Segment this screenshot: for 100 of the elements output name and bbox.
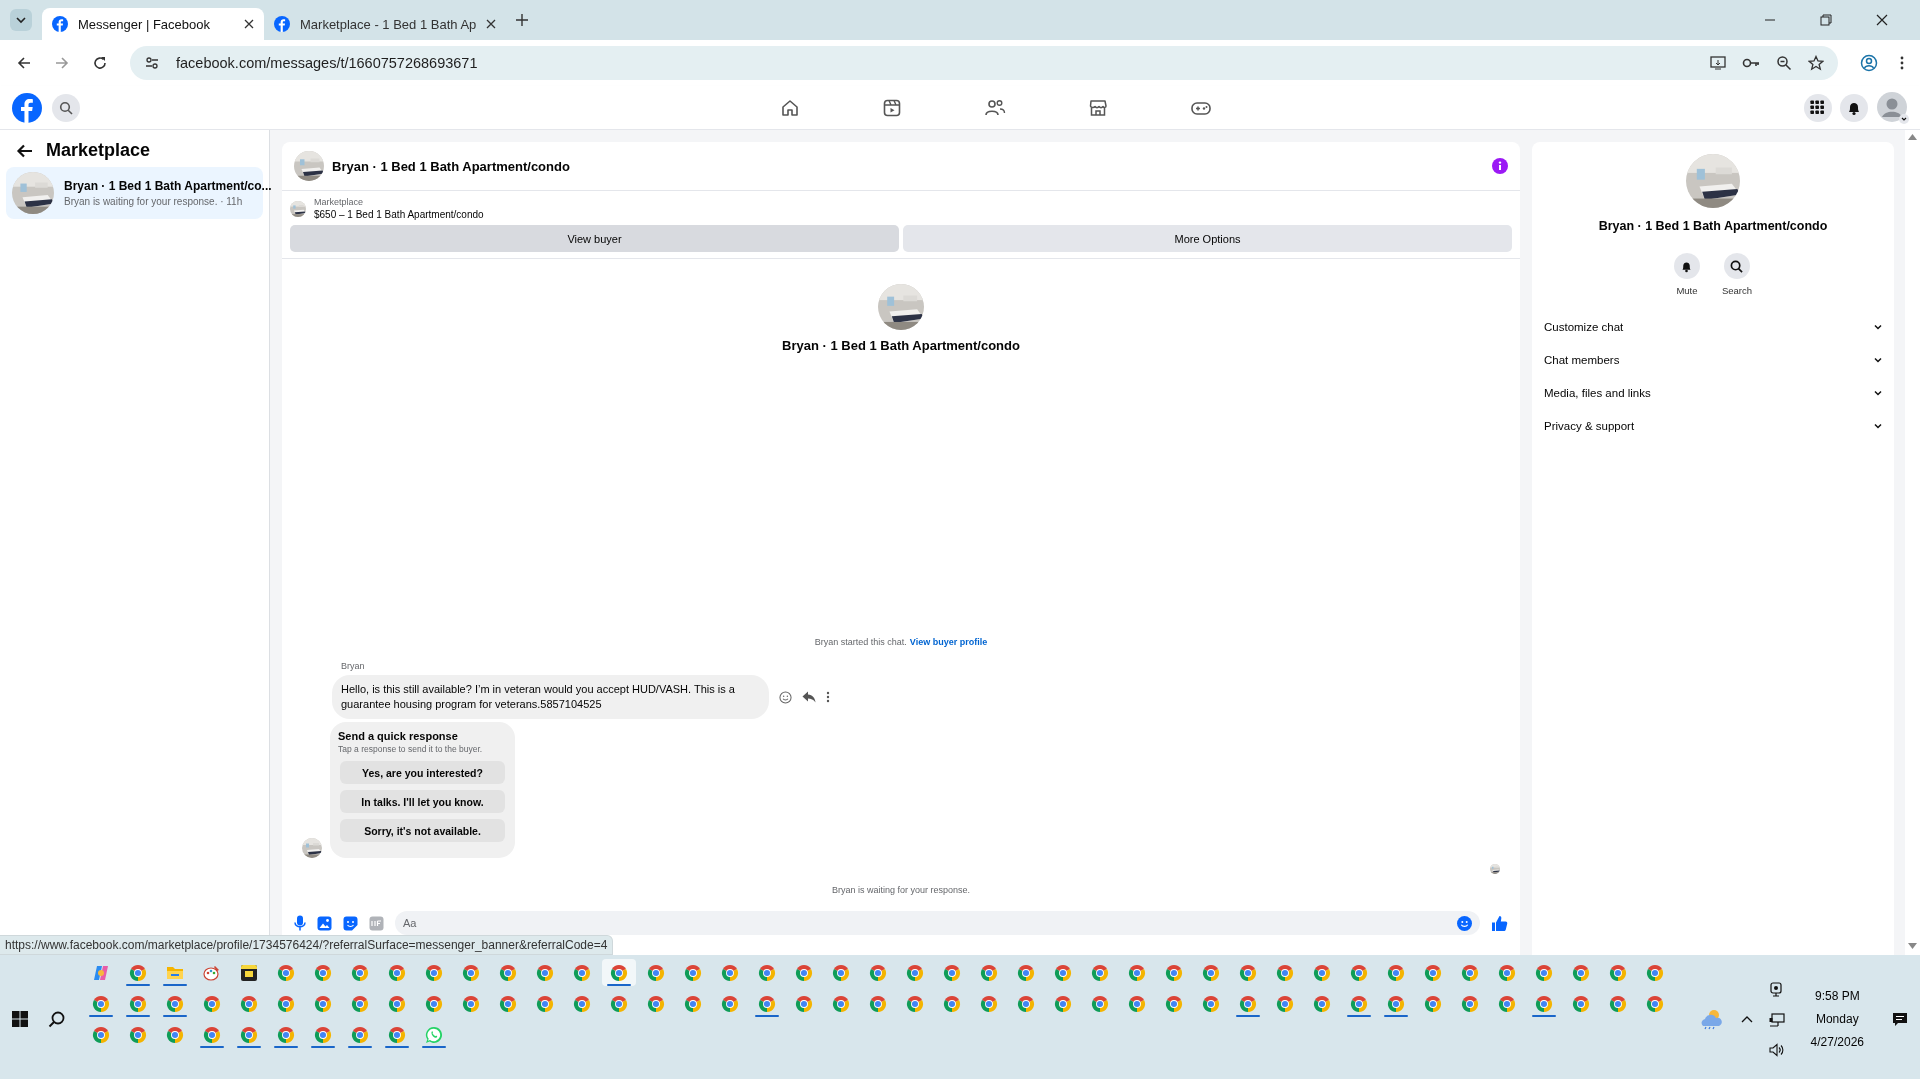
chrome-icon	[203, 994, 221, 1013]
chrome-icon	[906, 994, 924, 1013]
conversation-preview: Bryan is waiting for your response. · 11h	[64, 196, 244, 207]
section-header[interactable]: Privacy & support	[1544, 409, 1882, 442]
chrome-icon	[499, 963, 517, 982]
sticker-icon[interactable]	[343, 915, 358, 931]
chrome-icon	[980, 963, 998, 982]
chrome-icon	[314, 994, 332, 1013]
clock-day[interactable]: Monday	[1815, 1012, 1859, 1026]
sticky-note-icon	[241, 964, 257, 981]
friends-icon[interactable]	[984, 97, 1006, 118]
chevron-down-icon	[15, 14, 27, 26]
thumbs-up-icon[interactable]	[1491, 914, 1508, 932]
action-button[interactable]: View buyer	[290, 225, 899, 252]
address-bar[interactable]: facebook.com/messages/t/1660757268693671	[130, 46, 1838, 80]
start-icon[interactable]	[12, 1011, 28, 1027]
account-icon[interactable]	[1876, 90, 1910, 125]
home-icon[interactable]	[780, 97, 800, 118]
chrome-icon	[1313, 994, 1331, 1013]
close-icon[interactable]	[486, 19, 497, 29]
chrome-icon	[721, 994, 739, 1013]
chrome-icon	[129, 994, 147, 1013]
tab-list-button[interactable]	[10, 9, 32, 31]
emoji-icon[interactable]	[779, 690, 792, 704]
new-tab-icon[interactable]	[516, 14, 529, 26]
close-icon[interactable]	[1876, 14, 1888, 26]
microphone-icon[interactable]	[294, 915, 306, 931]
message-input[interactable]: Aa	[395, 911, 1480, 935]
chrome-icon	[1165, 963, 1183, 982]
link-status-bar: https://www.facebook.com/marketplace/profile/1734576424/?referralSurface=messenger_banner&referralCode=4	[0, 935, 614, 955]
notifications-button[interactable]	[1840, 93, 1868, 122]
back-arrow-icon[interactable]	[16, 142, 34, 159]
quick-reply-button[interactable]: Yes, are you interested?	[340, 761, 505, 784]
chrome-icon	[758, 963, 776, 982]
section-header[interactable]: Chat members	[1544, 343, 1882, 376]
chrome-icon	[647, 963, 665, 982]
folder-icon	[166, 964, 184, 981]
clock-time[interactable]: 9:58 PM	[1814, 989, 1860, 1003]
section-header[interactable]: Customize chat	[1544, 310, 1882, 343]
chrome-icon	[351, 1025, 369, 1044]
notification-icon[interactable]	[1892, 1011, 1908, 1027]
section-header[interactable]: Media, files and links	[1544, 376, 1882, 409]
store-icon[interactable]	[1088, 97, 1108, 118]
volume-icon[interactable]	[1768, 1042, 1785, 1057]
chrome-icon	[1461, 963, 1479, 982]
reload-icon[interactable]	[92, 55, 108, 71]
quick-response-hint: Tap a response to send it to the buyer.	[338, 744, 484, 754]
info-icon[interactable]	[1492, 158, 1508, 174]
chevron-up-icon[interactable]	[1740, 1015, 1753, 1023]
clock-date[interactable]: 4/27/2026	[1810, 1035, 1864, 1049]
chrome-icon	[1498, 994, 1516, 1013]
chrome-icon	[166, 1025, 184, 1044]
chrome-icon	[1091, 963, 1109, 982]
install-app-icon[interactable]	[1710, 55, 1726, 71]
sender-name: Bryan	[341, 661, 366, 671]
section-title: Privacy & support	[1544, 419, 1635, 432]
more-icon[interactable]	[826, 691, 830, 703]
chrome-icon	[573, 963, 591, 982]
site-settings-icon[interactable]	[144, 55, 160, 71]
search-icon	[1730, 259, 1744, 273]
video-icon[interactable]	[882, 97, 902, 118]
scroll-down-icon[interactable]	[1908, 943, 1917, 949]
reply-icon[interactable]	[802, 691, 816, 703]
bookmark-star-icon[interactable]	[1808, 55, 1824, 71]
chrome-icon	[1609, 963, 1627, 982]
zoom-icon[interactable]	[1776, 55, 1792, 71]
browser-tab[interactable]: Marketplace - 1 Bed 1 Bath Ap	[264, 8, 507, 40]
menu-button[interactable]	[1804, 93, 1832, 122]
chrome-icon	[1535, 994, 1553, 1013]
action-label: Mute	[1676, 285, 1698, 296]
profile-icon[interactable]	[1860, 54, 1878, 72]
chrome-icon	[795, 963, 813, 982]
facebook-logo-icon	[12, 92, 42, 123]
close-icon[interactable]	[244, 19, 254, 29]
facebook-logo-icon	[274, 16, 290, 32]
emoji-icon[interactable]	[1457, 915, 1472, 931]
chat-bubble-icon	[425, 1025, 443, 1044]
view-buyer-profile-link[interactable]: View buyer profile	[909, 637, 988, 647]
chrome-icon	[1313, 963, 1331, 982]
action-button[interactable]: More Options	[903, 225, 1512, 252]
quick-reply-button[interactable]: Sorry, it's not available.	[340, 819, 505, 842]
more-icon[interactable]	[1900, 56, 1904, 70]
gif-icon[interactable]	[369, 915, 384, 931]
quick-reply-button[interactable]: In talks. I'll let you know.	[340, 790, 505, 813]
restore-icon[interactable]	[1820, 14, 1832, 26]
search-button[interactable]	[52, 93, 80, 122]
chrome-icon	[1572, 994, 1590, 1013]
chrome-icon	[980, 994, 998, 1013]
image-icon[interactable]	[317, 915, 332, 931]
search-icon[interactable]	[48, 1010, 65, 1028]
back-icon[interactable]	[16, 55, 32, 71]
browser-tab[interactable]: Messenger | Facebook	[42, 8, 264, 40]
camera-icon[interactable]	[1769, 981, 1784, 997]
listing-detail: $650 – 1 Bed 1 Bath Apartment/condo	[314, 209, 484, 220]
chrome-icon	[943, 963, 961, 982]
network-icon[interactable]	[1768, 1012, 1785, 1027]
scroll-up-icon[interactable]	[1908, 134, 1917, 140]
forward-icon[interactable]	[54, 55, 70, 71]
search-button[interactable]	[1724, 253, 1750, 279]
mute-button[interactable]	[1673, 253, 1700, 279]
